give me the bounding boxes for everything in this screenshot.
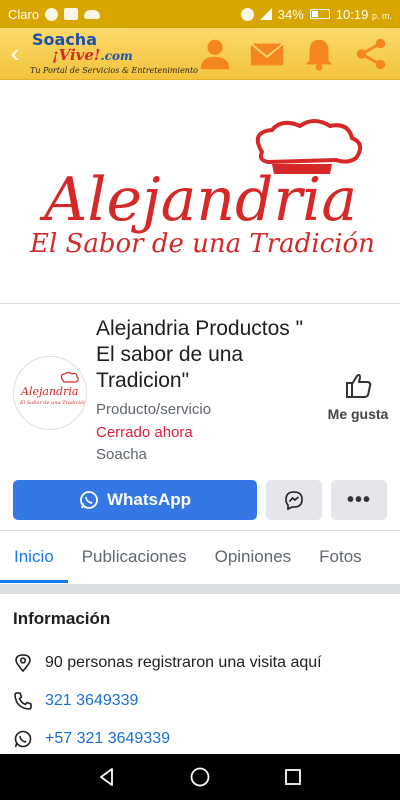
tab-publicaciones[interactable]: Publicaciones (68, 531, 201, 583)
phone-icon (14, 692, 32, 710)
whatsapp-outline-icon (14, 730, 32, 748)
whatsapp-button[interactable]: WhatsApp (13, 480, 257, 520)
like-label: Me gusta (327, 406, 389, 422)
user-icon[interactable] (196, 35, 234, 73)
page-tabs: Inicio Publicaciones Opiniones Fotos (0, 530, 400, 584)
location-pin-icon (15, 654, 31, 673)
page-title: Alejandria Productos " El sabor de una T… (96, 317, 304, 392)
tab-opiniones[interactable]: Opiniones (201, 531, 306, 583)
brand-slogan: El Sabor de una Tradición (29, 229, 375, 259)
whatsapp-row[interactable]: +57 321 3649339 (13, 727, 170, 751)
page-category[interactable]: Producto/servicio (96, 401, 211, 418)
thumbs-up-icon (346, 373, 372, 398)
status-bar: Claro 34% 10:19 p. m. (0, 0, 400, 28)
tab-fotos[interactable]: Fotos (305, 531, 376, 583)
info-heading: Información (13, 609, 111, 628)
action-bar: WhatsApp ••• (0, 480, 400, 522)
notification-icon (45, 7, 59, 21)
more-options-button[interactable]: ••• (331, 480, 387, 520)
page-location[interactable]: Soacha (96, 446, 147, 463)
visits-text: 90 personas registraron una visita aquí (45, 654, 322, 671)
battery-icon (309, 9, 330, 19)
avatar[interactable]: Alejandria El Sabor de una Tradición (13, 356, 87, 430)
carrier-name: Claro (8, 6, 40, 22)
phone-row[interactable]: 321 3649339 (13, 689, 138, 713)
share-icon[interactable] (352, 35, 390, 73)
gallery-icon (64, 8, 79, 20)
clock: 10:19 p. m. (335, 6, 392, 22)
messenger-button[interactable] (266, 480, 322, 520)
back-chevron-icon[interactable]: ‹ (0, 28, 30, 80)
bell-icon[interactable] (300, 35, 338, 73)
info-section: Información 90 personas registraron una … (0, 594, 400, 754)
whatsapp-label: WhatsApp (106, 490, 192, 509)
whatsapp-icon (80, 491, 98, 509)
phone-number[interactable]: 321 3649339 (45, 692, 138, 710)
cloud-icon (84, 9, 101, 19)
nav-home-icon[interactable] (189, 766, 211, 788)
open-status: Cerrado ahora (96, 424, 193, 441)
more-dots-icon: ••• (346, 488, 371, 511)
page-info: Alejandria El Sabor de una Tradición Ale… (0, 304, 400, 476)
alarm-icon (240, 7, 254, 21)
messenger-icon (285, 491, 303, 510)
battery-percent: 34% (277, 6, 304, 22)
system-navbar (0, 754, 400, 800)
mail-icon[interactable] (248, 35, 286, 73)
avatar-wordmark: Alejandria (20, 385, 78, 398)
brand-wordmark: Alejandria (39, 165, 357, 235)
nav-back-icon[interactable] (96, 766, 118, 788)
signal-icon (259, 8, 272, 20)
app-header: ‹ Soacha ¡Vive!.com Tu Portal de Servici… (0, 28, 400, 80)
tab-inicio[interactable]: Inicio (0, 531, 68, 583)
app-logo[interactable]: Soacha ¡Vive!.com Tu Portal de Servicios… (30, 28, 198, 80)
section-divider (0, 584, 400, 594)
cover-photo[interactable]: Alejandria El Sabor de una Tradición (0, 80, 400, 304)
avatar-slogan: El Sabor de una Tradición (19, 399, 86, 406)
like-button[interactable]: Me gusta (320, 370, 396, 422)
nav-recents-icon[interactable] (282, 766, 304, 788)
whatsapp-number[interactable]: +57 321 3649339 (45, 730, 170, 748)
visits-row: 90 personas registraron una visita aquí (13, 651, 322, 675)
